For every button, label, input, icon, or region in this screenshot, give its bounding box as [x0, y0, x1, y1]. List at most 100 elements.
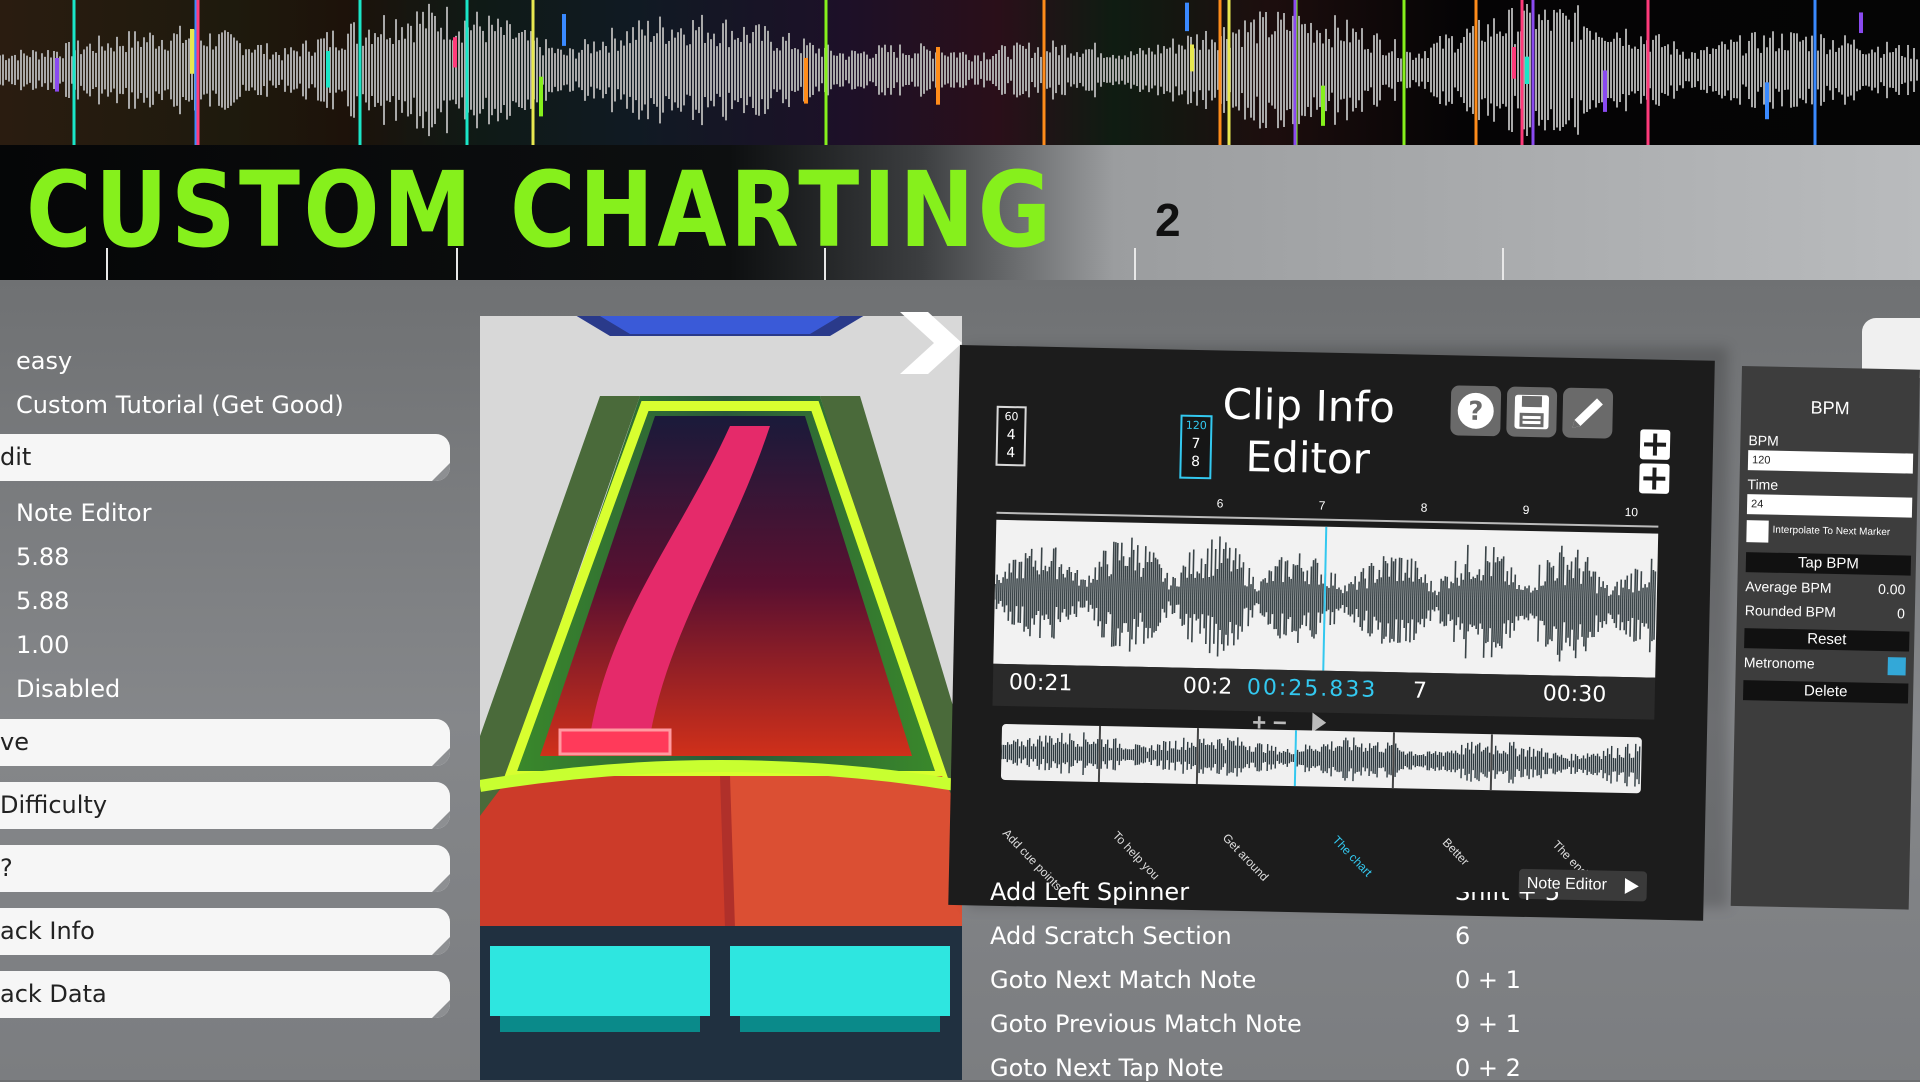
waveform-sample [1430, 581, 1431, 621]
waveform-sample [1008, 563, 1009, 620]
waveform-sample [1085, 580, 1086, 607]
waveform-sample [1470, 579, 1471, 624]
note-editor-button-label: Note Editor [1527, 875, 1607, 894]
waveform-sample [1238, 554, 1240, 639]
difficulty-button[interactable]: Difficulty [0, 782, 450, 829]
bpm-panel-header: BPM [1741, 396, 1919, 421]
overview-sample [1461, 745, 1462, 778]
marker-1-denominator: 4 [998, 444, 1024, 463]
overview-sample [1603, 751, 1604, 778]
ruler-label: 6 [1217, 496, 1224, 510]
waveform-sample [1396, 581, 1397, 619]
song-name: Custom Tutorial (Get Good) [16, 391, 344, 419]
save-icon [1506, 386, 1557, 437]
cue-point-line [1295, 730, 1296, 786]
waveform-sample [1284, 561, 1286, 634]
waveform-sample [1476, 575, 1477, 629]
overview-sample [1201, 743, 1202, 769]
metronome-toggle[interactable] [1888, 657, 1906, 675]
waveform-sample [1450, 582, 1451, 621]
reset-button[interactable]: Reset [1744, 628, 1909, 651]
edit-button[interactable]: dit [0, 434, 450, 481]
overview-waveform[interactable] [1001, 724, 1642, 793]
edit-clip-button[interactable] [1562, 388, 1613, 439]
waveform-sample [1196, 572, 1197, 621]
waveform-sample [1358, 582, 1359, 617]
track-data-button[interactable]: ack Data [0, 971, 450, 1018]
marker-2-numerator: 7 [1182, 435, 1210, 454]
overview-sample [1635, 744, 1636, 787]
editor-title-line1: Clip Info [1198, 378, 1419, 435]
waveform-sample [1622, 588, 1623, 623]
waveform-sample [1422, 583, 1423, 619]
waveform-sample [1023, 578, 1024, 606]
waveform-sample [1602, 581, 1603, 628]
interpolate-checkbox[interactable] [1746, 520, 1768, 542]
waveform-sample [1410, 559, 1412, 643]
unknown-button[interactable]: ? [0, 845, 450, 892]
overview-sample [1323, 744, 1324, 773]
cue-point-label[interactable]: Get around [1220, 831, 1272, 884]
shortcut-key: 9 + 1 [1455, 1010, 1521, 1038]
cue-point-label[interactable]: The chart [1330, 833, 1375, 879]
overview-sample [1527, 750, 1528, 775]
add-marker-2-icon[interactable] [1639, 463, 1670, 494]
waveform-display[interactable] [993, 520, 1658, 678]
track-preview-graphic [480, 316, 962, 1080]
waveform-sample [1628, 589, 1629, 621]
waveform-sample [1488, 562, 1490, 642]
overview-sample [1375, 746, 1376, 774]
waveform-sample [1514, 575, 1515, 631]
overview-sample [1187, 742, 1188, 770]
overview-sample [1395, 743, 1396, 776]
waveform-sample [1106, 564, 1107, 624]
waveform-sample [1580, 584, 1581, 624]
waveform-sample [1426, 583, 1427, 619]
time-input[interactable]: 24 [1747, 494, 1912, 517]
waveform-sample [1504, 581, 1505, 623]
marker-1-numerator: 4 [998, 426, 1024, 445]
bpm-panel: BPM BPM 120 Time 24 Interpolate To Next … [1731, 366, 1920, 910]
overview-sample [1369, 743, 1370, 776]
average-bpm-label: Average BPM [1745, 578, 1831, 596]
marker-2-denominator: 8 [1181, 453, 1209, 472]
ruler-label: 8 [1421, 501, 1428, 515]
delete-button[interactable]: Delete [1743, 680, 1908, 703]
next-arrow-icon[interactable] [900, 312, 962, 379]
help-button[interactable]: ? [1450, 385, 1501, 436]
waveform-sample [1024, 553, 1026, 632]
save-clip-button[interactable] [1506, 386, 1557, 437]
time-signature-marker-2[interactable]: 120 7 8 [1179, 415, 1212, 480]
waveform-sample [1083, 579, 1084, 607]
ruler-label: 10 [1625, 505, 1639, 519]
waveform-sample [1144, 546, 1146, 644]
time-signature-marker-1[interactable]: 60 4 4 [995, 406, 1026, 467]
waveform-sample [1312, 560, 1314, 637]
waveform-sample [1146, 562, 1147, 628]
cue-point-label[interactable]: To help you [1110, 828, 1163, 882]
waveform-sample [1370, 563, 1372, 636]
editor-title-line2: Editor [1197, 430, 1418, 487]
shortcut-key: 0 + 1 [1455, 966, 1521, 994]
waveform-sample [1572, 578, 1573, 630]
waveform-sample [1372, 566, 1373, 634]
overview-sample [1327, 744, 1328, 773]
waveform-sample [1294, 565, 1295, 630]
waveform-sample [1634, 569, 1636, 642]
waveform-sample [1220, 563, 1221, 630]
overview-sample [1183, 738, 1184, 774]
setting-value-1: 5.88 [16, 543, 69, 571]
waveform-sample [1208, 577, 1209, 616]
waveform-sample [1280, 557, 1282, 638]
waveform-sample [1081, 580, 1082, 608]
track-info-button[interactable]: ack Info [0, 908, 450, 955]
waveform-sample [1290, 579, 1291, 617]
cue-point-label[interactable]: Better [1440, 835, 1472, 868]
overview-sample [1029, 738, 1030, 767]
waveform-sample [1490, 576, 1491, 628]
save-button[interactable]: ve [0, 719, 450, 766]
waveform-sample [1036, 570, 1037, 615]
tap-bpm-button[interactable]: Tap BPM [1746, 552, 1911, 575]
bpm-input[interactable]: 120 [1748, 450, 1913, 473]
add-marker-icon[interactable] [1640, 429, 1671, 460]
